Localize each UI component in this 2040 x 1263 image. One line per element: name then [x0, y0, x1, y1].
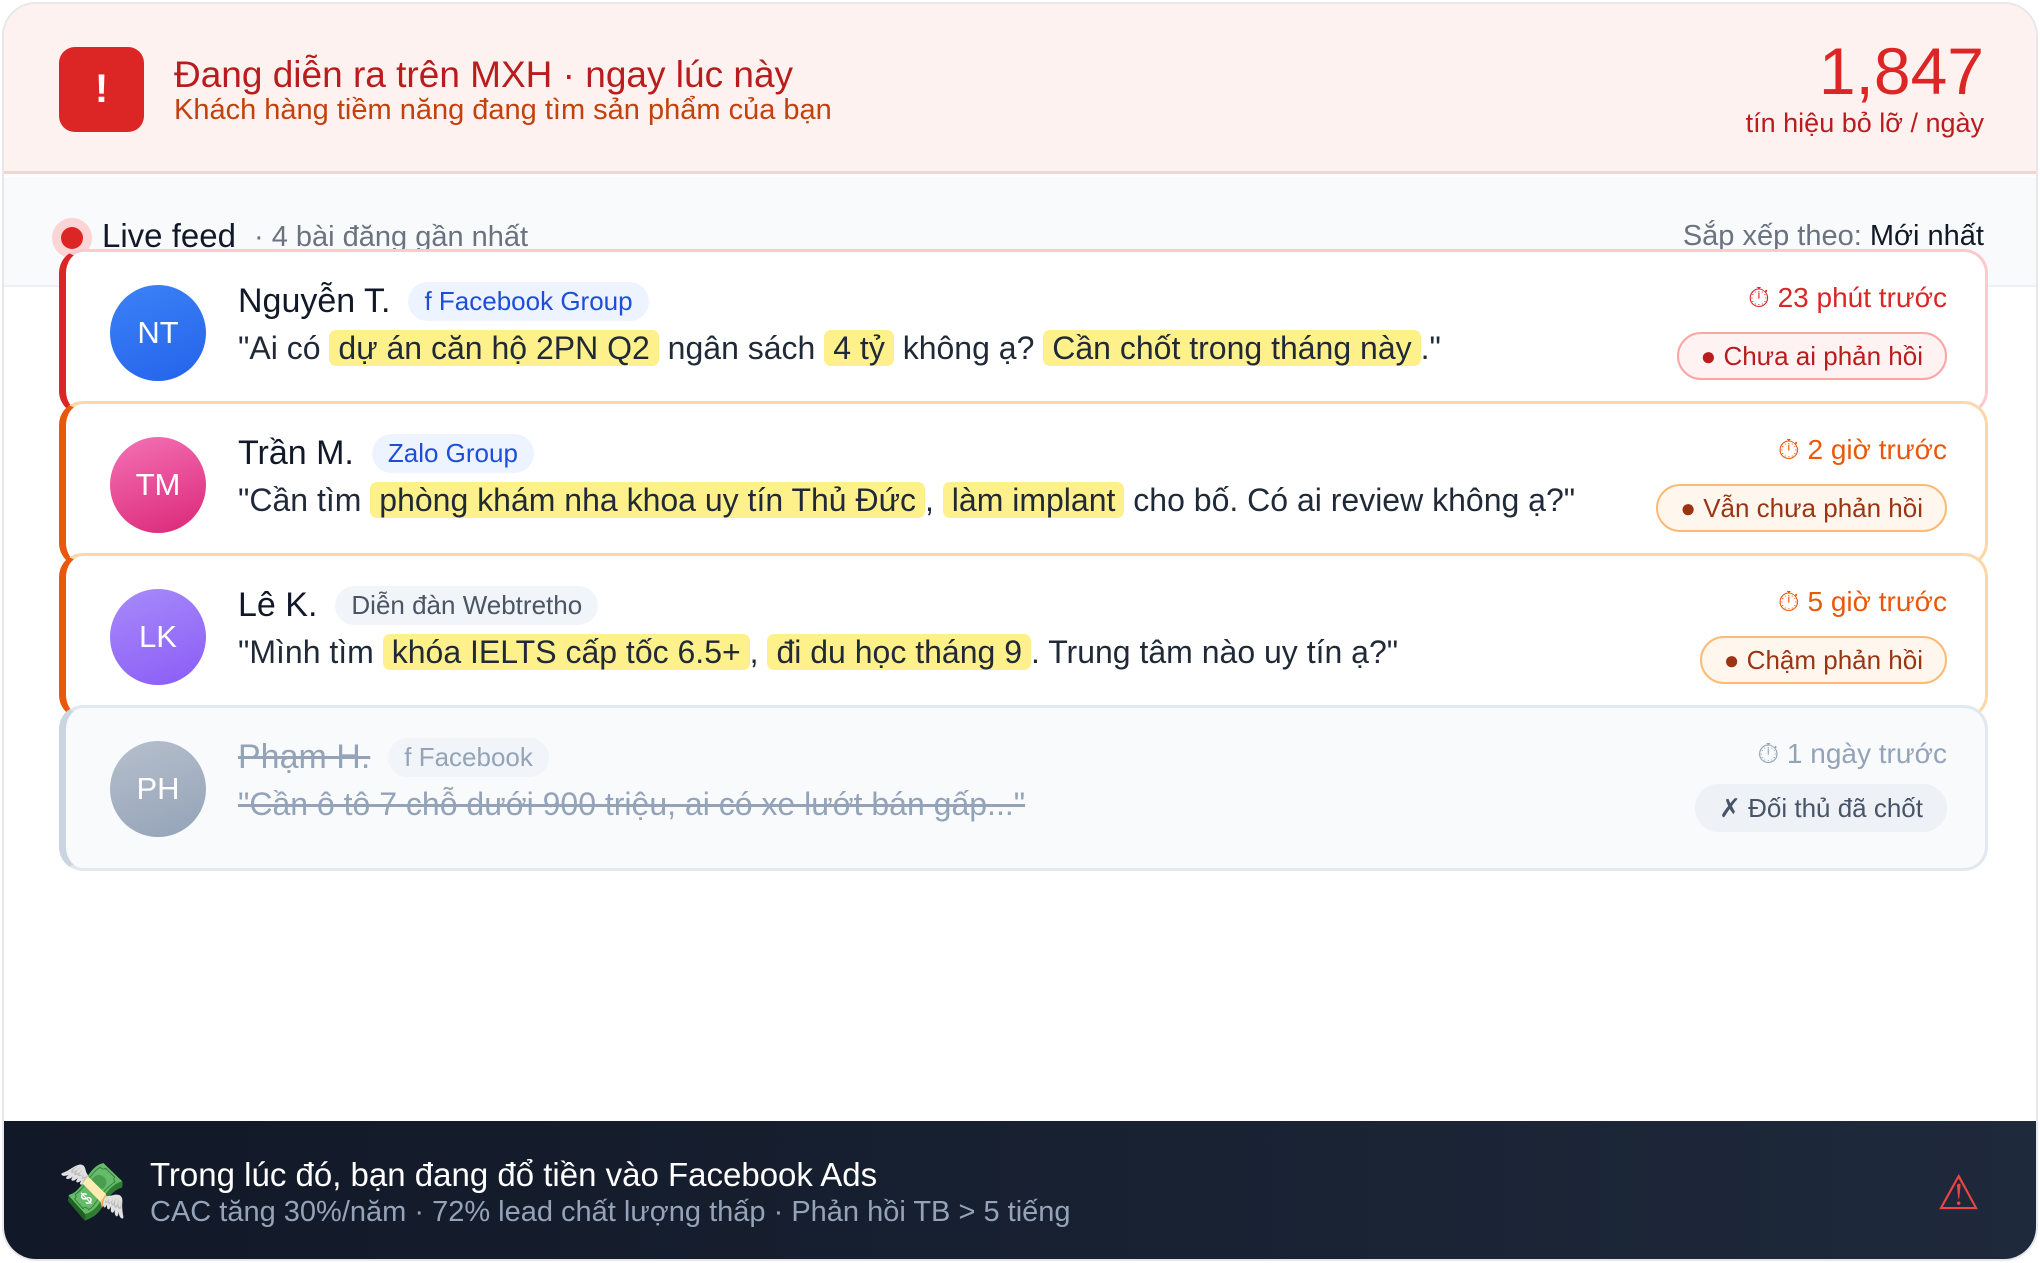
- sort-label: Sắp xếp theo:: [1682, 220, 1862, 252]
- status-badge: ● Chậm phản hồi: [1699, 636, 1947, 684]
- missed-signal-count: 1,847: [1818, 34, 1984, 108]
- author-name: Lê K.: [238, 586, 318, 624]
- avatar: NT: [110, 285, 206, 381]
- avatar: LK: [110, 589, 206, 685]
- post-text: "Mình tìm khóa IELTS cấp tốc 6.5+, đi du…: [238, 634, 1399, 670]
- sort-value[interactable]: Mới nhất: [1870, 220, 1984, 252]
- keyword-highlight: phòng khám nha khoa uy tín Thủ Đức: [370, 482, 925, 518]
- alert-icon: !: [59, 47, 144, 132]
- keyword-highlight: Cần chốt trong tháng này: [1043, 330, 1421, 366]
- footer-subtitle: CAC tăng 30%/năm · 72% lead chất lượng t…: [150, 1196, 1071, 1228]
- header-title: Đang diễn ra trên MXH · ngay lúc này: [174, 54, 794, 95]
- post-card[interactable]: NT Nguyễn T. f Facebook Group "Ai có dự …: [59, 249, 1988, 415]
- post-text: "Cần tìm phòng khám nha khoa uy tín Thủ …: [238, 482, 1576, 518]
- post-time: ⏱ 1 ngày trước: [1757, 738, 1947, 769]
- source-badge: f Facebook Group: [408, 282, 649, 321]
- status-badge: ● Chưa ai phản hồi: [1676, 332, 1947, 380]
- alert-header: ! Đang diễn ra trên MXH · ngay lúc này K…: [4, 4, 2036, 174]
- post-time: ⏱ 2 giờ trước: [1777, 434, 1947, 465]
- warning-icon: ⚠: [1936, 1167, 1980, 1220]
- source-badge: Zalo Group: [371, 434, 534, 473]
- author-name: Trần M.: [238, 434, 354, 472]
- source-badge: Diễn đàn Webtretho: [335, 586, 599, 625]
- post-text: "Cần ô tô 7 chỗ dưới 900 triệu, ai có xe…: [238, 786, 1026, 822]
- post-card[interactable]: TM Trần M. Zalo Group "Cần tìm phòng khá…: [59, 401, 1988, 567]
- post-time: ⏱ 5 giờ trước: [1777, 586, 1947, 617]
- keyword-highlight: dự án căn hộ 2PN Q2: [329, 330, 659, 366]
- ads-warning-footer: 💸 Trong lúc đó, bạn đang đổ tiền vào Fac…: [4, 1121, 2036, 1259]
- post-card[interactable]: LK Lê K. Diễn đàn Webtretho "Mình tìm kh…: [59, 553, 1988, 719]
- post-card[interactable]: PH Phạm H. f Facebook "Cần ô tô 7 chỗ dư…: [59, 705, 1988, 871]
- keyword-highlight: 4 tỷ: [824, 330, 894, 366]
- post-text: "Ai có dự án căn hộ 2PN Q2 ngân sách 4 t…: [238, 330, 1441, 366]
- post-time: ⏱ 23 phút trước: [1747, 282, 1947, 313]
- avatar: TM: [110, 437, 206, 533]
- keyword-highlight: khóa IELTS cấp tốc 6.5+: [382, 634, 750, 670]
- footer-title: Trong lúc đó, bạn đang đổ tiền vào Faceb…: [150, 1156, 878, 1193]
- status-badge: ● Vẫn chưa phản hồi: [1656, 484, 1947, 532]
- missed-signals-card: ! Đang diễn ra trên MXH · ngay lúc này K…: [2, 2, 2038, 1261]
- author-name: Phạm H.: [238, 738, 371, 776]
- money-with-wings-icon: 💸: [58, 1160, 128, 1223]
- keyword-highlight: đi du học tháng 9: [767, 634, 1031, 670]
- header-subtitle: Khách hàng tiềm năng đang tìm sản phẩm c…: [174, 94, 832, 126]
- missed-signal-count-label: tín hiệu bỏ lỡ / ngày: [1745, 108, 1984, 138]
- source-badge: f Facebook: [388, 738, 549, 777]
- avatar: PH: [110, 741, 206, 837]
- status-badge: ✗ Đối thủ đã chốt: [1695, 784, 1947, 832]
- author-name: Nguyễn T.: [238, 282, 391, 320]
- keyword-highlight: làm implant: [942, 482, 1125, 518]
